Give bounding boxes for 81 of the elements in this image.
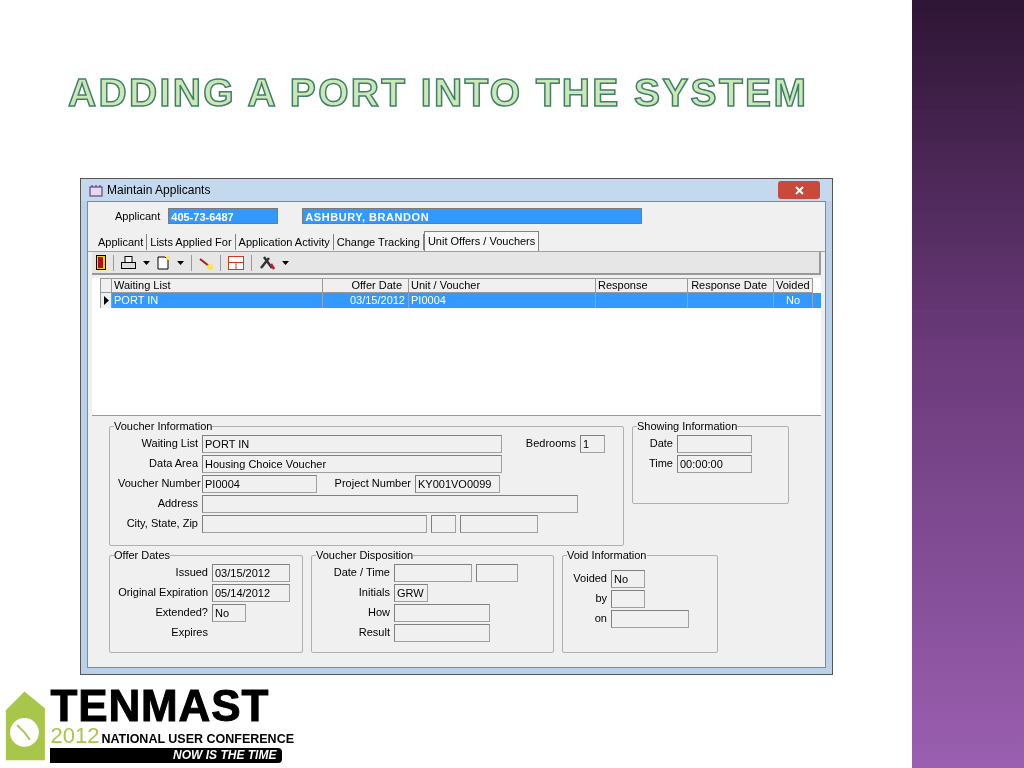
layout-icon[interactable]	[228, 255, 244, 270]
applicant-label: Applicant	[115, 208, 161, 224]
text-field[interactable]: 05/14/2012	[212, 583, 290, 602]
field-label: Initials	[357, 585, 390, 601]
text-field[interactable]	[394, 603, 490, 622]
table-cell: PORT IN	[112, 293, 323, 308]
close-icon[interactable]	[794, 185, 804, 195]
caret-icon[interactable]	[177, 260, 184, 265]
app-icon	[89, 183, 103, 197]
document-icon[interactable]	[157, 255, 170, 270]
text-field[interactable]: KY001VO0099	[415, 474, 500, 493]
window-title: Maintain Applicants	[107, 182, 211, 199]
text-field[interactable]	[202, 514, 427, 533]
text-field[interactable]	[611, 609, 689, 628]
text-field[interactable]	[431, 514, 456, 533]
column-header[interactable]: Response Date	[688, 278, 774, 293]
table-cell: No	[774, 293, 813, 308]
caret-icon[interactable]	[143, 260, 150, 265]
group-title: Void Information	[567, 548, 647, 563]
text-field[interactable]: 03/15/2012	[212, 563, 290, 582]
group-title: Showing Information	[637, 419, 738, 434]
close-button[interactable]	[778, 181, 820, 199]
group-title: Voucher Information	[114, 419, 213, 434]
text-field[interactable]	[476, 563, 518, 582]
table-cell: PI0004	[409, 293, 596, 308]
text-field[interactable]: PORT IN	[202, 434, 502, 453]
door-icon[interactable]	[96, 255, 106, 270]
field-label: Bedrooms	[524, 436, 576, 452]
text-field[interactable]	[611, 589, 645, 608]
field-label: Voided	[572, 571, 607, 587]
field-label: How	[367, 605, 390, 621]
tab[interactable]: Lists Applied For	[147, 234, 236, 250]
row-pointer-icon	[103, 296, 109, 305]
text-field[interactable]	[202, 494, 578, 513]
column-header[interactable]: Voided	[774, 278, 813, 293]
column-header[interactable]: Waiting List	[112, 278, 323, 293]
text-field[interactable]	[677, 434, 752, 453]
text-field[interactable]: 1	[580, 434, 605, 453]
field-label: Result	[357, 625, 390, 641]
column-header[interactable]: Offer Date	[323, 278, 409, 293]
logo-tagline: NOW IS THE TIME	[50, 748, 283, 763]
text-field[interactable]: No	[212, 603, 246, 622]
text-field[interactable]	[460, 514, 538, 533]
text-field[interactable]	[394, 563, 472, 582]
brand-name: TENMAST	[50, 686, 271, 726]
tab[interactable]: Applicant	[95, 234, 148, 250]
caret-icon[interactable]	[282, 260, 289, 265]
slide-title: ADDING A PORT INTO THE SYSTEM	[68, 69, 809, 116]
group-title: Offer Dates	[114, 548, 171, 563]
field-label: Date / Time	[332, 565, 390, 581]
field-label: by	[594, 591, 607, 607]
text-field[interactable]: PI0004	[202, 474, 317, 493]
highlighter-icon[interactable]	[199, 255, 213, 270]
tab[interactable]: Application Activity	[235, 234, 334, 250]
field-label: on	[593, 611, 607, 627]
column-header[interactable]: Unit / Voucher	[409, 278, 596, 293]
field-label: Waiting List	[140, 436, 198, 452]
logo-year: 2012	[50, 726, 100, 746]
text-field[interactable]	[394, 623, 490, 642]
field-label: Data Area	[148, 456, 198, 472]
field-label: Time	[647, 456, 673, 472]
text-field[interactable]: Housing Choice Voucher	[202, 454, 502, 473]
column-header[interactable]: Response	[596, 278, 688, 293]
group-title: Voucher Disposition	[316, 548, 414, 563]
field-label: Issued	[174, 565, 208, 581]
tools-icon[interactable]	[259, 255, 275, 270]
tab[interactable]: Unit Offers / Vouchers	[423, 231, 540, 251]
field-label: Date	[648, 436, 673, 452]
text-field[interactable]: No	[611, 569, 645, 588]
text-field[interactable]: GRW	[394, 583, 428, 602]
printer-icon[interactable]	[121, 255, 136, 270]
logo-subtitle: NATIONAL USER CONFERENCE	[101, 732, 294, 746]
field-label: City, State, Zip	[125, 516, 198, 532]
field-label: Project Number	[333, 476, 411, 492]
text-field[interactable]: 00:00:00	[677, 454, 752, 473]
field-label: Address	[156, 496, 198, 512]
table-cell: 03/15/2012	[323, 293, 409, 308]
tab[interactable]: Change Tracking	[333, 234, 424, 250]
field-label: Expires	[170, 625, 208, 641]
field-label: Extended?	[154, 605, 208, 621]
field-label: Original Expiration	[118, 585, 208, 601]
